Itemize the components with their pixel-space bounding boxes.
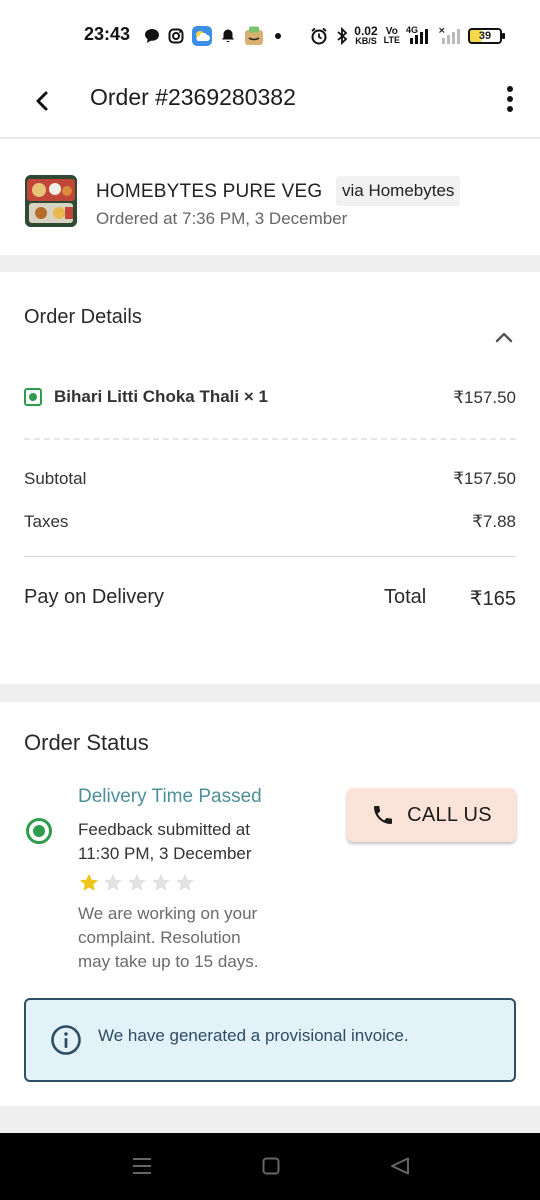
alarm-icon (311, 27, 327, 45)
via-badge: via Homebytes (336, 176, 461, 206)
status-radio-icon (26, 818, 52, 844)
order-details-section: Order Details Bihari Litti Choka Thali ×… (0, 272, 540, 684)
total-label: Total (384, 586, 427, 608)
system-nav-bar (0, 1133, 540, 1200)
status-time: 23:43 (84, 24, 131, 44)
complaint-note-line-3: may take up to 15 days. (78, 952, 259, 971)
weather-icon (192, 26, 212, 46)
instagram-icon (168, 28, 184, 44)
info-text: We have generated a provisional invoice. (98, 1026, 409, 1045)
back-triangle-icon[interactable] (390, 1157, 410, 1175)
feedback-line-2: 11:30 PM, 3 December (78, 844, 252, 863)
volte-bottom: LTE (383, 35, 400, 45)
taxes-value: ₹7.88 (472, 512, 516, 531)
menu-icon[interactable] (132, 1157, 152, 1175)
order-status-title: Order Status (24, 730, 149, 755)
order-details-title: Order Details (24, 306, 142, 328)
app-bar: Order #2369280382 (0, 70, 540, 138)
item-divider (24, 438, 516, 440)
more-vertical-icon[interactable] (502, 84, 518, 114)
bluetooth-icon (337, 27, 348, 45)
status-system-icons: 0.02 KB/S Vo LTE 4G × 39 (336, 24, 505, 48)
restaurant-card: HOMEBYTES PURE VEG via Homebytes Ordered… (0, 139, 540, 255)
star-empty-icon (152, 873, 170, 891)
status-bar: 23:43 0.02 KB/S Vo LTE 4G × 39 (0, 0, 540, 70)
amazon-icon (245, 26, 263, 45)
veg-indicator-icon (24, 388, 42, 406)
volte-indicator: Vo LTE (384, 27, 400, 45)
status-notification-icons (144, 24, 328, 48)
dot-icon (275, 33, 281, 39)
feedback-line-1: Feedback submitted at (78, 820, 250, 839)
notification-bell-icon (222, 29, 234, 43)
page-title: Order #2369280382 (90, 84, 296, 110)
info-icon (51, 1025, 81, 1055)
complaint-note: We are working on your complaint. Resolu… (78, 902, 308, 974)
battery-icon: 39 (468, 28, 505, 44)
call-us-label: CALL US (407, 803, 492, 826)
home-icon[interactable] (262, 1157, 280, 1175)
star-empty-icon (176, 873, 194, 891)
signal-weak-icon: × (438, 26, 460, 44)
order-item-price: ₹157.50 (453, 388, 516, 407)
svg-text:×: × (438, 26, 446, 36)
ordered-at: Ordered at 7:36 PM, 3 December (96, 209, 348, 228)
star-empty-icon (104, 873, 122, 891)
network-speed: 0.02 KB/S (354, 25, 377, 46)
complaint-note-line-1: We are working on your (78, 904, 258, 923)
complaint-note-line-2: complaint. Resolution (78, 928, 241, 947)
status-heading: Delivery Time Passed (78, 786, 262, 807)
taxes-label: Taxes (24, 512, 69, 531)
subtotal-value: ₹157.50 (453, 469, 516, 488)
phone-icon (374, 806, 393, 824)
order-status-section: Order Status Delivery Time Passed Feedba… (0, 702, 540, 1106)
subtotal-label: Subtotal (24, 469, 87, 488)
provisional-invoice-banner: We have generated a provisional invoice. (24, 998, 516, 1082)
restaurant-name: HOMEBYTES PURE VEG (96, 181, 323, 202)
order-item-name: Bihari Litti Choka Thali × 1 (54, 387, 268, 406)
star-empty-icon (128, 873, 146, 891)
restaurant-logo (25, 175, 77, 227)
total-value: ₹165 (469, 588, 516, 610)
rating-stars (78, 872, 196, 894)
payment-method: Pay on Delivery (24, 586, 165, 608)
chat-icon (145, 29, 159, 43)
call-us-button[interactable]: CALL US (347, 788, 516, 842)
star-filled-icon (80, 873, 98, 891)
chevron-up-icon[interactable] (492, 326, 516, 350)
total-divider (24, 556, 516, 557)
network-speed-unit: KB/S (355, 36, 377, 46)
signal-icon: 4G (406, 26, 432, 46)
back-arrow-icon[interactable] (28, 86, 58, 116)
